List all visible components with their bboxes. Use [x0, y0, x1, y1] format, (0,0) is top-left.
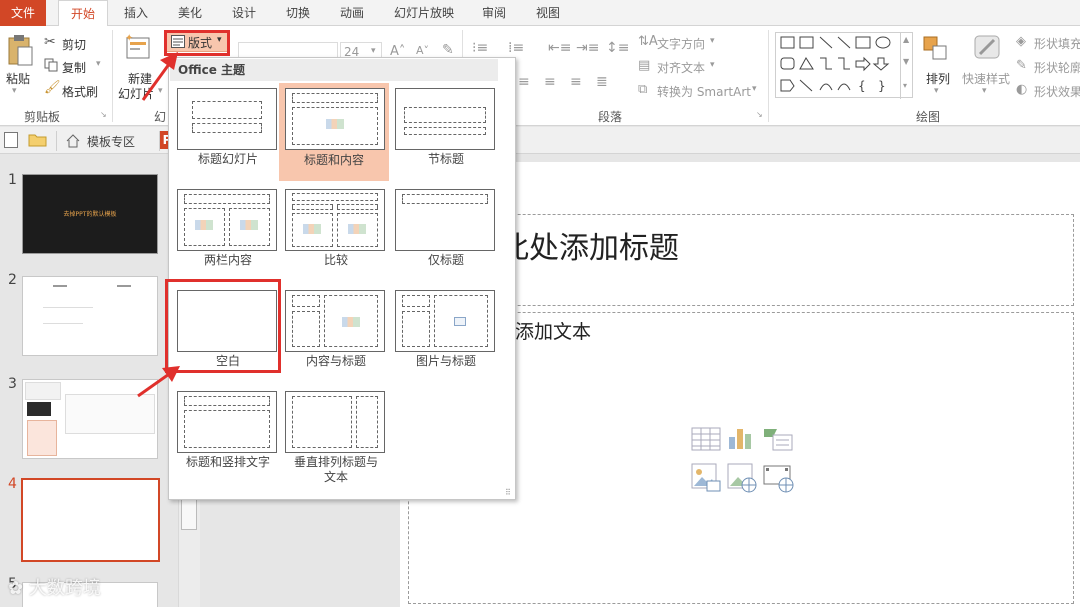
watermark: ✿ 大数跨境 — [8, 574, 101, 600]
watermark-text: 大数跨境 — [28, 578, 101, 599]
watermark-logo-icon: ✿ — [8, 578, 24, 599]
annotation-arrows — [137, 52, 180, 398]
